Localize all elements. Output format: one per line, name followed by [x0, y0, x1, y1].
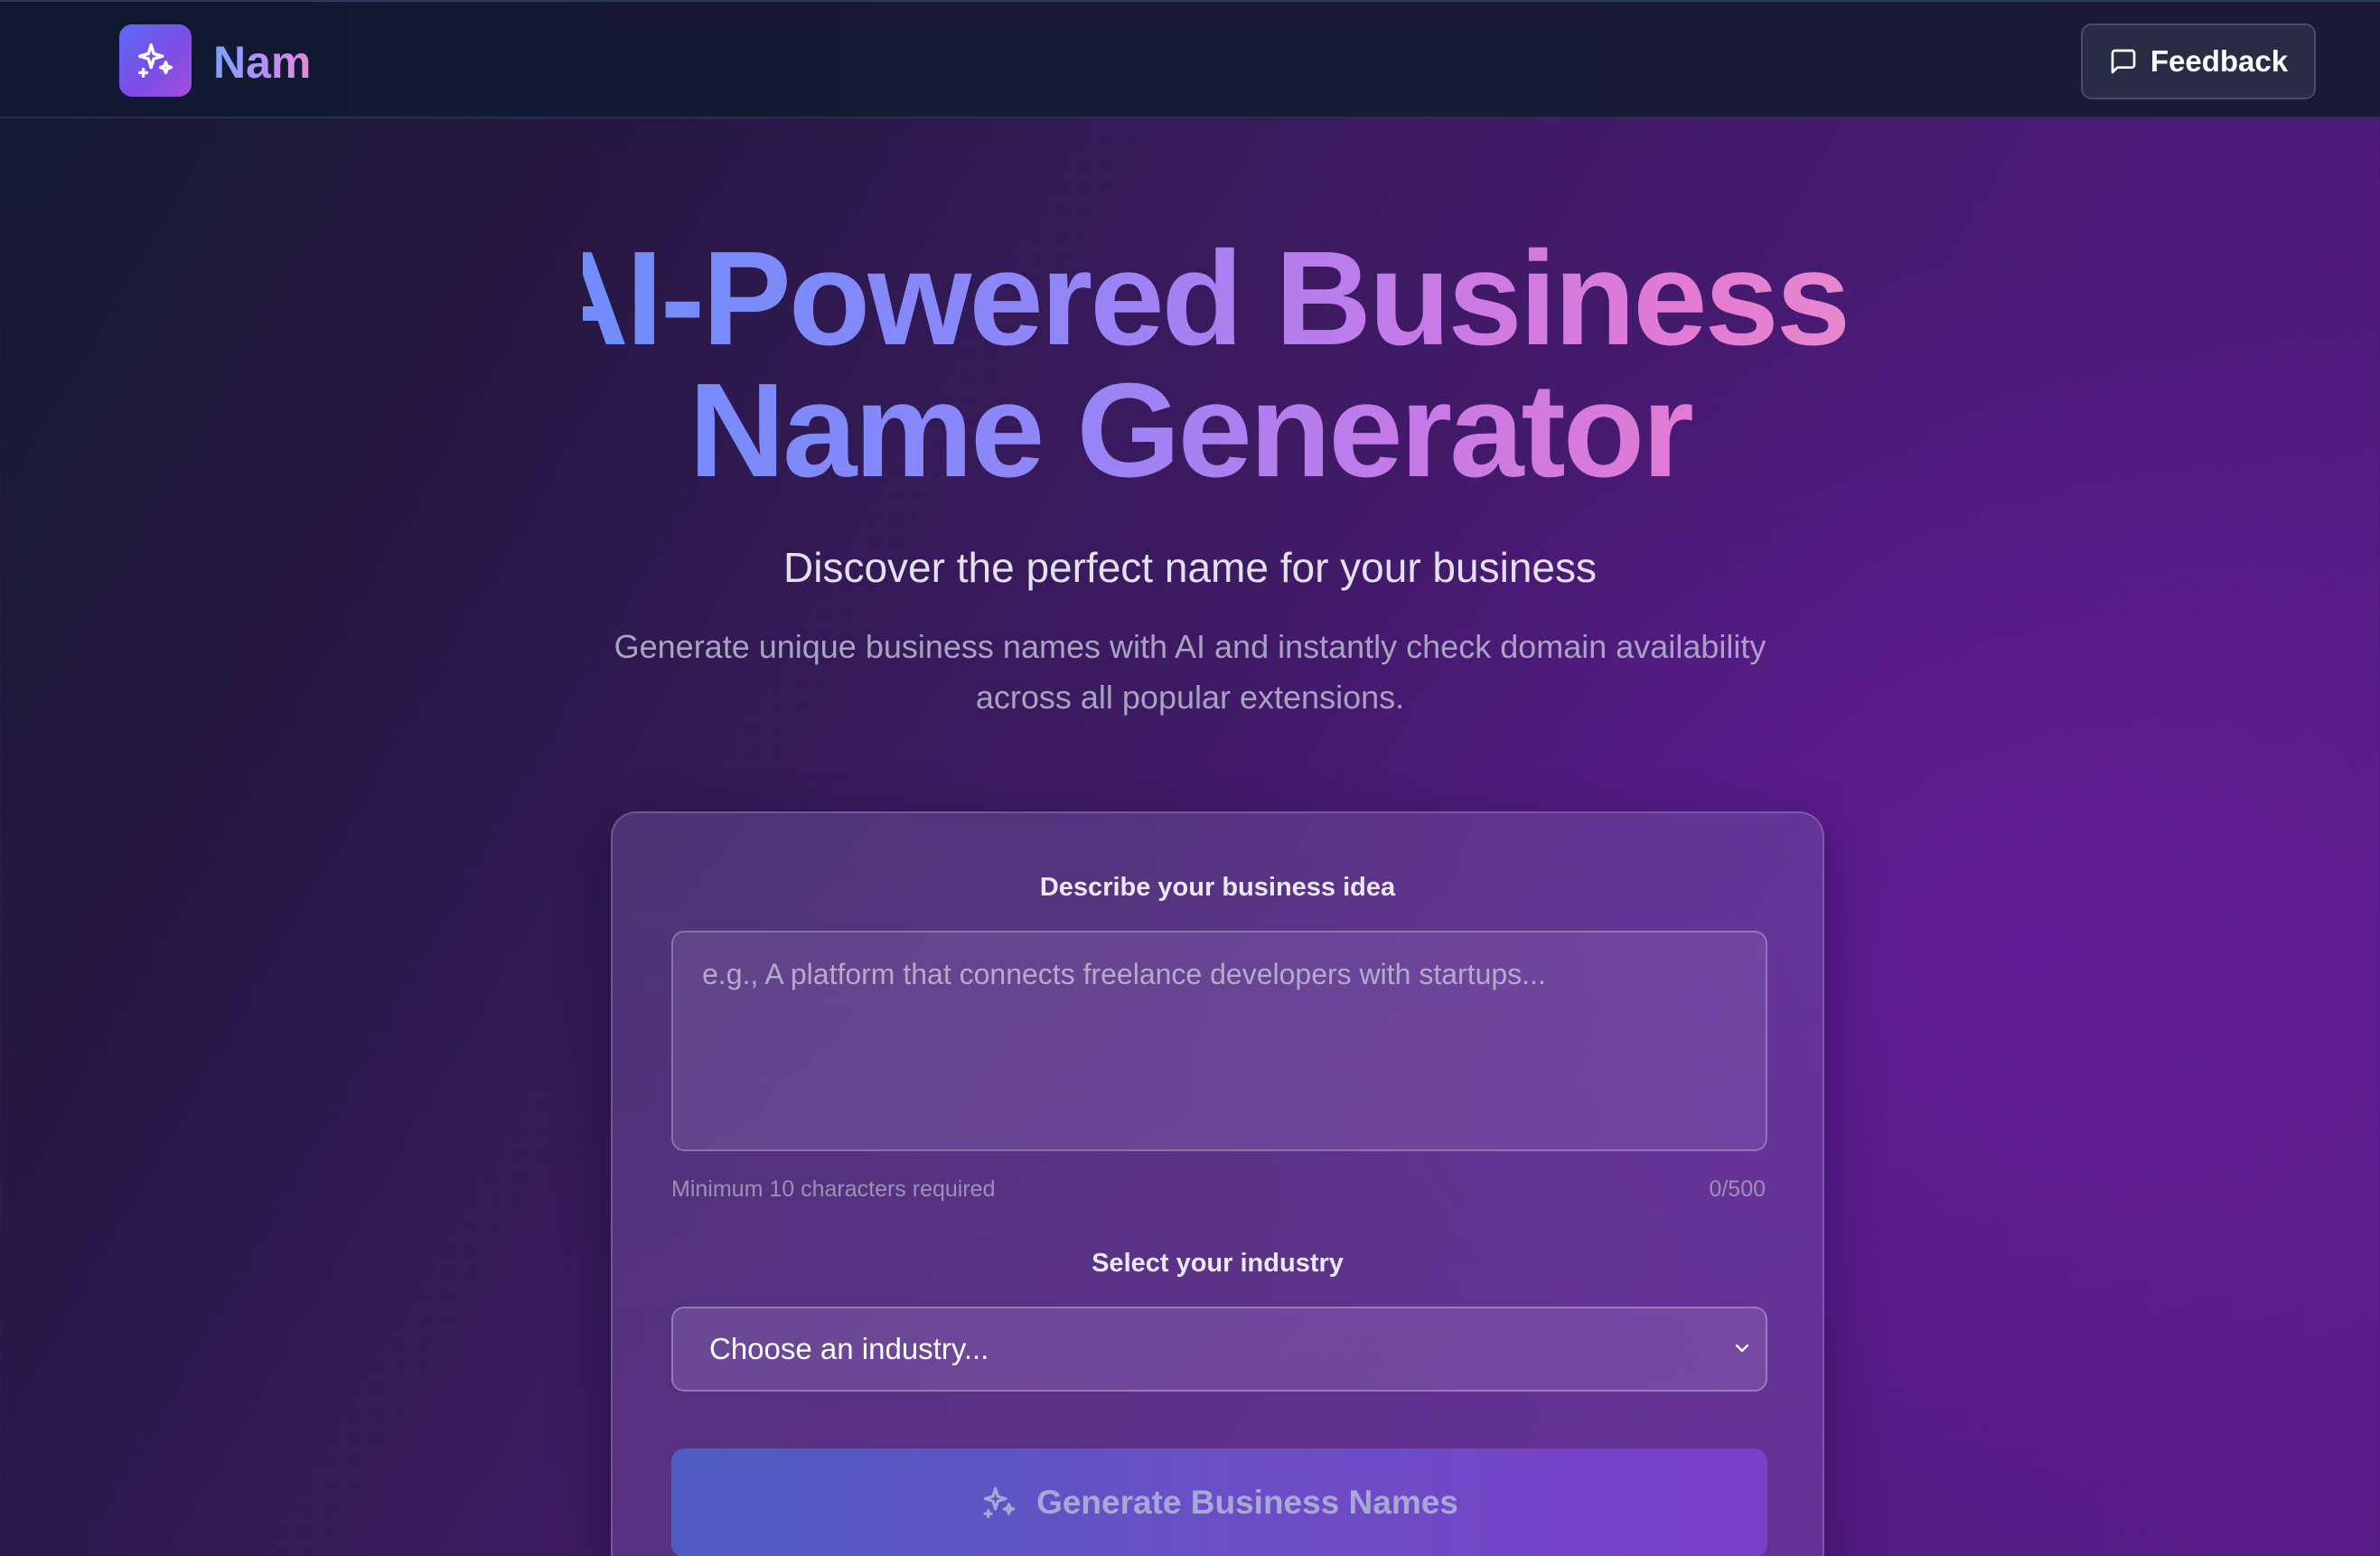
page-subtitle: Discover the perfect name for your busin… — [783, 544, 1597, 591]
feedback-label: Feedback — [2150, 44, 2289, 78]
industry-label: Select your industry — [1092, 1249, 1344, 1278]
message-square-icon — [2111, 49, 2136, 74]
chevron-down-icon — [1735, 1344, 1749, 1353]
feedback-button[interactable]: Feedback — [2081, 23, 2316, 99]
generate-button-label: Generate Business Names — [1036, 1484, 1458, 1521]
business-idea-label: Describe your business idea — [1039, 873, 1396, 902]
brand-name[interactable]: Nam — [213, 33, 311, 92]
business-idea-input[interactable] — [671, 931, 1767, 1151]
page-title: AI-Powered Business Name Generator — [0, 233, 2380, 497]
minimum-characters-hint: Minimum 10 characters required — [671, 1176, 996, 1202]
industry-selected-value: Choose an industry... — [709, 1332, 989, 1365]
sparkles-icon — [983, 1486, 1016, 1519]
industry-select[interactable]: Choose an industry... — [671, 1307, 1767, 1392]
character-counter: 0/500 — [1709, 1176, 1766, 1202]
page-title-line-2: Name Generator — [689, 356, 1691, 505]
generate-business-names-button[interactable]: Generate Business Names — [671, 1448, 1767, 1556]
page-description: Generate unique business names with AI a… — [614, 628, 1766, 716]
sparkles-icon — [138, 43, 173, 78]
logo[interactable] — [119, 24, 192, 97]
page-title-line-1: AI-Powered Business — [531, 224, 1849, 373]
top-bar: Nam Feedback — [0, 0, 2380, 118]
generator-form-card: Describe your business idea Minimum 10 c… — [611, 811, 1824, 1556]
